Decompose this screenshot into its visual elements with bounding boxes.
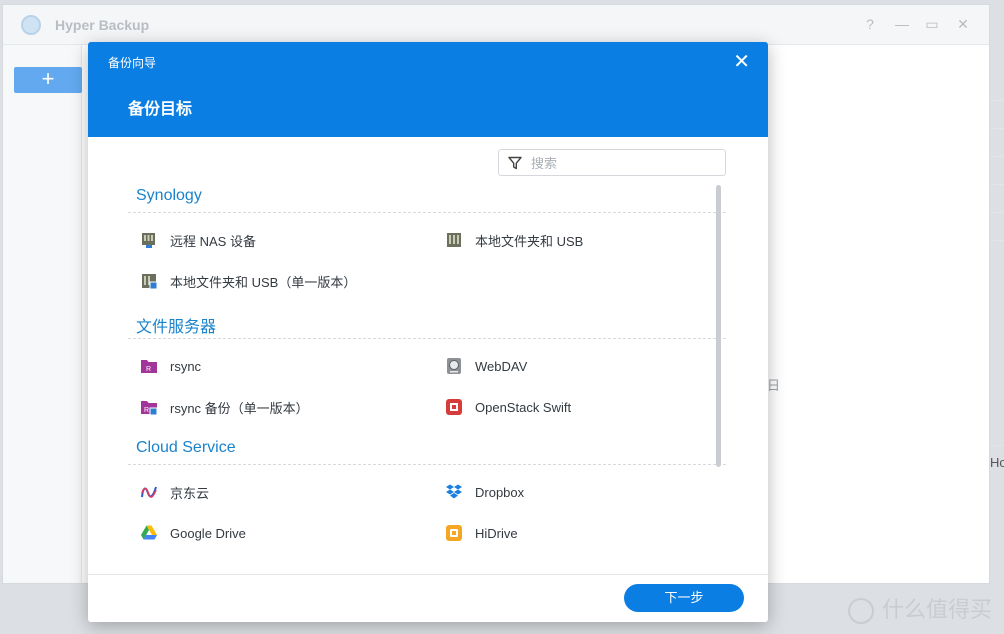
dropbox-icon	[446, 484, 462, 499]
item-label: Dropbox	[475, 484, 525, 500]
svg-text:R: R	[144, 407, 149, 414]
openstack-swift-icon	[446, 399, 462, 415]
item-label: OpenStack Swift	[475, 399, 572, 415]
footer-divider	[88, 574, 768, 575]
item-label: WebDAV	[475, 358, 528, 374]
jdcloud-icon	[141, 486, 157, 498]
app-titlebar: Hyper Backup ? — ▭ ✕	[3, 5, 989, 45]
app-title: Hyper Backup	[55, 17, 150, 33]
item-label: 本地文件夹和 USB	[475, 233, 584, 249]
add-task-button[interactable]: +	[14, 67, 82, 93]
destination-jdcloud[interactable]: 京东云	[140, 481, 209, 503]
item-label: Google Drive	[170, 525, 246, 541]
destination-local-folder-usb[interactable]: 本地文件夹和 USB	[445, 229, 583, 251]
destination-rsync-single[interactable]: R rsync 备份（单一版本）	[140, 396, 309, 418]
google-drive-icon	[141, 525, 157, 540]
background-row-divider	[990, 184, 1004, 185]
section-divider	[128, 212, 726, 213]
list-scrollbar[interactable]	[716, 185, 721, 467]
step-title: 备份目标	[128, 101, 193, 118]
section-divider	[128, 338, 726, 339]
maximize-icon[interactable]: ▭	[923, 15, 941, 33]
destination-local-folder-usb-single[interactable]: 本地文件夹和 USB（单一版本）	[140, 270, 356, 292]
svg-text:R: R	[146, 366, 151, 373]
backup-wizard-dialog: 备份向导 ✕ 备份目标 Synology 远程 NAS 设备 本地文件夹和 US…	[88, 42, 768, 622]
section-divider	[128, 464, 726, 465]
background-row-divider	[990, 156, 1004, 157]
hyper-backup-logo-icon	[21, 15, 41, 35]
destination-remote-nas[interactable]: 远程 NAS 设备	[140, 229, 256, 251]
item-label: 本地文件夹和 USB（单一版本）	[170, 274, 357, 290]
destination-google-drive[interactable]: Google Drive	[140, 522, 246, 544]
item-label: 远程 NAS 设备	[170, 233, 256, 249]
app-sidebar: +	[3, 45, 82, 583]
background-row-divider	[990, 240, 1004, 241]
background-row-divider	[990, 212, 1004, 213]
rsync-icon: R	[141, 360, 157, 373]
background-text-fragment: Ho	[990, 455, 1004, 470]
destination-openstack-swift[interactable]: OpenStack Swift	[445, 396, 571, 418]
background-row-divider	[990, 100, 1004, 101]
item-label: HiDrive	[475, 525, 518, 541]
background-text-fragment: 日	[767, 378, 781, 393]
search-box[interactable]	[498, 149, 726, 176]
section-title-synology: Synology	[136, 187, 202, 204]
item-label: 京东云	[170, 485, 210, 501]
webdav-icon	[447, 358, 461, 374]
wizard-title: 备份向导	[108, 56, 157, 70]
watermark: 什么值得买	[847, 592, 992, 624]
destination-dropbox[interactable]: Dropbox	[445, 481, 524, 503]
background-row-divider	[990, 128, 1004, 129]
next-button[interactable]: 下一步	[624, 584, 744, 612]
item-label: rsync	[170, 358, 202, 374]
minimize-icon[interactable]: —	[893, 15, 911, 33]
destination-list: Synology 远程 NAS 设备 本地文件夹和 USB 本地文件夹和 USB…	[128, 182, 728, 572]
destination-webdav[interactable]: WebDAV	[445, 355, 527, 377]
dialog-header: 备份向导 ✕ 备份目标	[88, 42, 768, 137]
local-folder-usb-single-icon	[142, 274, 158, 290]
destination-hidrive[interactable]: HiDrive	[445, 522, 518, 544]
rsync-single-icon: R	[141, 401, 158, 416]
search-input[interactable]	[529, 153, 723, 174]
watermark-logo-icon	[847, 598, 874, 624]
item-label: rsync 备份（单一版本）	[170, 400, 309, 416]
section-title-cloud-service: Cloud Service	[136, 439, 236, 456]
hidrive-icon	[446, 525, 462, 541]
background-row-divider	[990, 445, 1004, 446]
local-folder-usb-icon	[447, 233, 461, 247]
filter-icon	[508, 156, 522, 170]
window-close-icon[interactable]: ✕	[954, 15, 972, 33]
destination-rsync[interactable]: R rsync	[140, 355, 201, 377]
remote-nas-icon	[142, 233, 155, 248]
watermark-text: 什么值得买	[881, 596, 992, 622]
dialog-close-icon[interactable]: ✕	[733, 52, 750, 72]
help-icon[interactable]: ?	[861, 15, 879, 33]
section-title-file-server: 文件服务器	[136, 319, 217, 336]
